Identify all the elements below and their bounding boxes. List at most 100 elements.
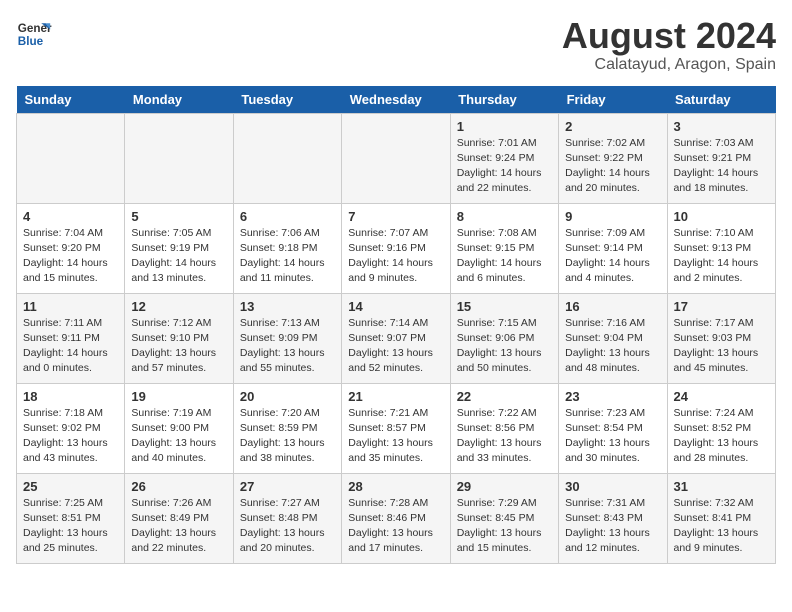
day-number: 6 (240, 209, 335, 224)
day-number: 20 (240, 389, 335, 404)
calendar-cell: 28 Sunrise: 7:28 AM Sunset: 8:46 PM Dayli… (342, 473, 450, 563)
calendar-cell: 31 Sunrise: 7:32 AM Sunset: 8:41 PM Dayli… (667, 473, 775, 563)
weekday-header-row: SundayMondayTuesdayWednesdayThursdayFrid… (17, 86, 776, 114)
day-info: Sunrise: 7:26 AM Sunset: 8:49 PM Dayligh… (131, 496, 226, 557)
day-info: Sunrise: 7:31 AM Sunset: 8:43 PM Dayligh… (565, 496, 660, 557)
calendar-week-row: 25Sunrise: 7:25 AM Sunset: 8:51 PM Dayli… (17, 473, 776, 563)
day-info: Sunrise: 7:14 AM Sunset: 9:07 PM Dayligh… (348, 316, 443, 377)
day-number: 2 (565, 119, 660, 134)
calendar-cell: 19 Sunrise: 7:19 AM Sunset: 9:00 PM Dayli… (125, 383, 233, 473)
calendar-cell: 13 Sunrise: 7:13 AM Sunset: 9:09 PM Dayli… (233, 293, 341, 383)
day-info: Sunrise: 7:16 AM Sunset: 9:04 PM Dayligh… (565, 316, 660, 377)
calendar-cell: 29 Sunrise: 7:29 AM Sunset: 8:45 PM Dayli… (450, 473, 558, 563)
calendar-cell: 15Sunrise: 7:15 AM Sunset: 9:06 PM Dayli… (450, 293, 558, 383)
calendar-cell (125, 113, 233, 203)
day-number: 3 (674, 119, 769, 134)
calendar-cell: 27 Sunrise: 7:27 AM Sunset: 8:48 PM Dayli… (233, 473, 341, 563)
day-number: 10 (674, 209, 769, 224)
day-info: Sunrise: 7:02 AM Sunset: 9:22 PM Dayligh… (565, 136, 660, 197)
day-number: 14 (348, 299, 443, 314)
weekday-header-thursday: Thursday (450, 86, 558, 114)
calendar-cell: 24Sunrise: 7:24 AM Sunset: 8:52 PM Dayli… (667, 383, 775, 473)
logo-icon: General Blue (16, 16, 52, 52)
calendar-week-row: 11Sunrise: 7:11 AM Sunset: 9:11 PM Dayli… (17, 293, 776, 383)
month-title: August 2024 (562, 16, 776, 56)
weekday-header-monday: Monday (125, 86, 233, 114)
day-info: Sunrise: 7:29 AM Sunset: 8:45 PM Dayligh… (457, 496, 552, 557)
day-number: 9 (565, 209, 660, 224)
day-info: Sunrise: 7:04 AM Sunset: 9:20 PM Dayligh… (23, 226, 118, 287)
location: Calatayud, Aragon, Spain (562, 56, 776, 74)
day-info: Sunrise: 7:27 AM Sunset: 8:48 PM Dayligh… (240, 496, 335, 557)
day-info: Sunrise: 7:01 AM Sunset: 9:24 PM Dayligh… (457, 136, 552, 197)
day-info: Sunrise: 7:24 AM Sunset: 8:52 PM Dayligh… (674, 406, 769, 467)
day-info: Sunrise: 7:03 AM Sunset: 9:21 PM Dayligh… (674, 136, 769, 197)
day-number: 5 (131, 209, 226, 224)
day-number: 29 (457, 479, 552, 494)
calendar-week-row: 1Sunrise: 7:01 AM Sunset: 9:24 PM Daylig… (17, 113, 776, 203)
day-number: 13 (240, 299, 335, 314)
weekday-header-sunday: Sunday (17, 86, 125, 114)
day-info: Sunrise: 7:25 AM Sunset: 8:51 PM Dayligh… (23, 496, 118, 557)
day-info: Sunrise: 7:10 AM Sunset: 9:13 PM Dayligh… (674, 226, 769, 287)
calendar-cell: 10 Sunrise: 7:10 AM Sunset: 9:13 PM Dayli… (667, 203, 775, 293)
day-number: 23 (565, 389, 660, 404)
calendar-cell: 23 Sunrise: 7:23 AM Sunset: 8:54 PM Dayli… (559, 383, 667, 473)
calendar-cell: 6 Sunrise: 7:06 AM Sunset: 9:18 PM Daylig… (233, 203, 341, 293)
day-number: 31 (674, 479, 769, 494)
calendar-cell: 1Sunrise: 7:01 AM Sunset: 9:24 PM Daylig… (450, 113, 558, 203)
calendar-cell (342, 113, 450, 203)
day-number: 7 (348, 209, 443, 224)
day-info: Sunrise: 7:32 AM Sunset: 8:41 PM Dayligh… (674, 496, 769, 557)
day-number: 12 (131, 299, 226, 314)
weekday-header-tuesday: Tuesday (233, 86, 341, 114)
calendar-cell: 5 Sunrise: 7:05 AM Sunset: 9:19 PM Daylig… (125, 203, 233, 293)
title-block: August 2024 Calatayud, Aragon, Spain (562, 16, 776, 74)
calendar-cell: 20Sunrise: 7:20 AM Sunset: 8:59 PM Dayli… (233, 383, 341, 473)
calendar-table: SundayMondayTuesdayWednesdayThursdayFrid… (16, 86, 776, 564)
day-number: 28 (348, 479, 443, 494)
day-number: 8 (457, 209, 552, 224)
calendar-cell: 7 Sunrise: 7:07 AM Sunset: 9:16 PM Daylig… (342, 203, 450, 293)
day-info: Sunrise: 7:28 AM Sunset: 8:46 PM Dayligh… (348, 496, 443, 557)
day-number: 18 (23, 389, 118, 404)
day-number: 27 (240, 479, 335, 494)
day-info: Sunrise: 7:19 AM Sunset: 9:00 PM Dayligh… (131, 406, 226, 467)
day-info: Sunrise: 7:07 AM Sunset: 9:16 PM Dayligh… (348, 226, 443, 287)
day-number: 21 (348, 389, 443, 404)
calendar-cell: 25Sunrise: 7:25 AM Sunset: 8:51 PM Dayli… (17, 473, 125, 563)
day-number: 30 (565, 479, 660, 494)
day-info: Sunrise: 7:22 AM Sunset: 8:56 PM Dayligh… (457, 406, 552, 467)
calendar-cell (233, 113, 341, 203)
calendar-cell: 18 Sunrise: 7:18 AM Sunset: 9:02 PM Dayli… (17, 383, 125, 473)
day-info: Sunrise: 7:08 AM Sunset: 9:15 PM Dayligh… (457, 226, 552, 287)
day-info: Sunrise: 7:13 AM Sunset: 9:09 PM Dayligh… (240, 316, 335, 377)
day-info: Sunrise: 7:06 AM Sunset: 9:18 PM Dayligh… (240, 226, 335, 287)
calendar-week-row: 18 Sunrise: 7:18 AM Sunset: 9:02 PM Dayli… (17, 383, 776, 473)
calendar-cell: 12Sunrise: 7:12 AM Sunset: 9:10 PM Dayli… (125, 293, 233, 383)
day-info: Sunrise: 7:17 AM Sunset: 9:03 PM Dayligh… (674, 316, 769, 377)
day-info: Sunrise: 7:23 AM Sunset: 8:54 PM Dayligh… (565, 406, 660, 467)
day-number: 11 (23, 299, 118, 314)
day-number: 4 (23, 209, 118, 224)
calendar-cell: 16 Sunrise: 7:16 AM Sunset: 9:04 PM Dayli… (559, 293, 667, 383)
svg-text:Blue: Blue (18, 35, 44, 48)
day-number: 16 (565, 299, 660, 314)
day-number: 19 (131, 389, 226, 404)
calendar-cell: 2 Sunrise: 7:02 AM Sunset: 9:22 PM Daylig… (559, 113, 667, 203)
day-number: 17 (674, 299, 769, 314)
calendar-cell: 11Sunrise: 7:11 AM Sunset: 9:11 PM Dayli… (17, 293, 125, 383)
calendar-cell: 22Sunrise: 7:22 AM Sunset: 8:56 PM Dayli… (450, 383, 558, 473)
page-header: General Blue August 2024 Calatayud, Arag… (16, 16, 776, 74)
day-info: Sunrise: 7:18 AM Sunset: 9:02 PM Dayligh… (23, 406, 118, 467)
weekday-header-wednesday: Wednesday (342, 86, 450, 114)
calendar-cell: 14 Sunrise: 7:14 AM Sunset: 9:07 PM Dayli… (342, 293, 450, 383)
day-info: Sunrise: 7:05 AM Sunset: 9:19 PM Dayligh… (131, 226, 226, 287)
calendar-cell: 30 Sunrise: 7:31 AM Sunset: 8:43 PM Dayli… (559, 473, 667, 563)
calendar-cell: 26Sunrise: 7:26 AM Sunset: 8:49 PM Dayli… (125, 473, 233, 563)
calendar-cell: 17 Sunrise: 7:17 AM Sunset: 9:03 PM Dayli… (667, 293, 775, 383)
calendar-cell: 9Sunrise: 7:09 AM Sunset: 9:14 PM Daylig… (559, 203, 667, 293)
calendar-week-row: 4 Sunrise: 7:04 AM Sunset: 9:20 PM Daylig… (17, 203, 776, 293)
day-number: 15 (457, 299, 552, 314)
calendar-cell: 4 Sunrise: 7:04 AM Sunset: 9:20 PM Daylig… (17, 203, 125, 293)
